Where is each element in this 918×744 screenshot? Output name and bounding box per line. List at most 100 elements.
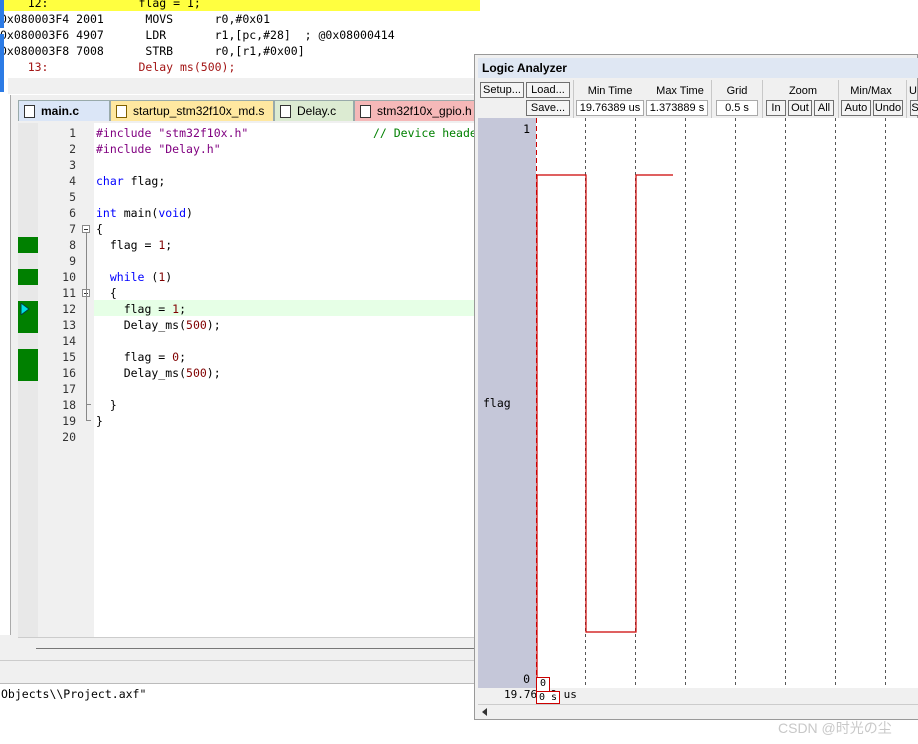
setup-button[interactable]: Setup... [480,82,524,98]
include-path: "stm32f10x.h" [158,126,249,140]
disassembly-line-source-13[interactable]: 13: Delay ms(500); [0,59,236,75]
scroll-left-icon[interactable] [482,708,487,716]
load-button[interactable]: Load... [526,82,570,98]
disassembly-line-source-12[interactable]: 12: flag = 1; [0,0,480,11]
scrollbar-thumb[interactable] [36,648,476,649]
code-line-4[interactable]: char flag; [96,173,165,189]
build-output-text: Objects\\Project.axf" [1,687,147,701]
disassembly-line[interactable]: 0x080003F4 2001 MOVS r0,#0x01 [0,11,270,27]
build-output-window: Objects\\Project.axf" [0,683,480,744]
left-dock-indicator [0,0,4,28]
keyword: char [96,174,124,188]
code-line-8[interactable]: flag = 1; [96,237,172,253]
code-text: ( [144,270,159,284]
tab-delay-c[interactable]: Delay.c [274,100,354,121]
keyword: int [96,206,117,220]
tab-gpio-h[interactable]: stm32f10x_gpio.h [354,100,480,121]
file-icon [280,105,291,118]
code-line-1[interactable]: #include "stm32f10x.h" // Device header [96,125,480,141]
minmax-label: Min/Max [850,85,892,97]
panel-splitter[interactable] [0,660,480,683]
zoom-out-button[interactable]: Out [788,100,812,116]
numeric-literal: 500 [186,366,207,380]
keyword: void [158,206,187,220]
grid-label: Grid [726,85,748,97]
code-line-6[interactable]: int main(void) [96,205,193,221]
tab-label: stm32f10x_gpio.h [377,104,472,118]
stop-button-partial[interactable]: S [910,100,918,116]
auto-button[interactable]: Auto [841,100,871,116]
editor-horizontal-scrollbar[interactable] [18,637,480,656]
max-time-label: Max Time [656,85,704,97]
logic-analyzer-title: Logic Analyzer [478,58,918,78]
code-text: flag = [96,350,173,364]
disassembly-line[interactable]: 0x080003F6 4907 LDR r1,[pc,#28] ; @0x080… [0,27,395,43]
code-text: Delay_ms( [96,318,187,332]
update-label-partial: U [909,85,917,97]
code-line-12[interactable]: flag = 1; [96,301,186,317]
zoom-label: Zoom [788,85,818,97]
code-text: ; [179,350,187,364]
code-line-13[interactable]: Delay_ms(500); [96,317,221,333]
tab-main-c[interactable]: main.c [18,100,110,121]
max-time-value: 1.373889 s [646,100,708,116]
disassembly-window: 12: flag = 1; 0x080003F4 2001 MOVS r0,#0… [0,0,480,78]
watermark-text: CSDN @时光の尘 [778,720,892,736]
cursor-marker-box[interactable]: 0 [536,677,550,692]
toolbar-separator [838,80,839,118]
code-text: ); [206,318,221,332]
logic-analyzer-scrollbar[interactable] [478,704,918,719]
toolbar-separator [906,80,907,118]
code-text: main( [116,206,159,220]
code-comment: // Device header [372,126,480,140]
waveform-plot[interactable] [536,118,918,688]
code-lines: #include "stm32f10x.h" // Device header … [0,125,480,455]
save-button[interactable]: Save... [526,100,570,116]
zoom-all-button[interactable]: All [814,100,834,116]
code-line-19[interactable]: } [96,413,103,429]
code-line-2[interactable]: #include "Delay.h" [96,141,221,157]
tab-startup-file[interactable]: startup_stm32f10x_md.s [110,100,274,121]
signal-name-panel: flag 1 0 [478,118,536,688]
y-axis-max-label: 1 [523,122,530,136]
waveform-svg [536,118,886,688]
min-time-value: 19.76389 us [576,100,644,116]
code-text: flag; [123,174,166,188]
signal-name-flag[interactable]: flag [483,396,511,410]
include-path: "Delay.h" [158,142,221,156]
toolbar-separator [711,80,712,118]
code-text: Delay_ms( [96,366,187,380]
toolbar-separator [573,80,574,118]
code-line-18[interactable]: } [96,397,117,413]
toolbar-separator [762,80,763,118]
code-line-7[interactable]: { [96,221,103,237]
tab-label: startup_stm32f10x_md.s [133,104,265,118]
undo-button[interactable]: Undo [873,100,903,116]
code-text: ; [179,302,187,316]
code-text: flag = [96,238,159,252]
left-dock-indicator [0,34,4,92]
tab-label: main.c [41,104,80,118]
grid-lines [585,118,886,688]
code-text: ) [165,270,173,284]
min-time-label: Min Time [587,85,633,97]
disassembly-scrollbar[interactable] [8,78,480,94]
zoom-in-button[interactable]: In [766,100,786,116]
numeric-literal: 500 [186,318,207,332]
code-text: ); [206,366,221,380]
preprocessor-directive: #include [96,142,152,156]
file-icon [360,105,371,118]
code-line-10[interactable]: while (1) [96,269,172,285]
time-axis-bar: 19.76389 us 0 0 s [478,677,918,704]
code-line-11[interactable]: { [96,285,117,301]
keyword: while [96,270,145,284]
code-text: flag = [96,302,173,316]
preprocessor-directive: #include [96,126,152,140]
disassembly-line[interactable]: 0x080003F8 7008 STRB r0,[r1,#0x00] [0,43,305,59]
code-line-15[interactable]: flag = 0; [96,349,186,365]
code-line-16[interactable]: Delay_ms(500); [96,365,221,381]
file-icon [24,105,35,118]
grid-value: 0.5 s [716,100,758,116]
cursor-time-label: 0 s [536,691,561,704]
code-text: ; [165,238,173,252]
